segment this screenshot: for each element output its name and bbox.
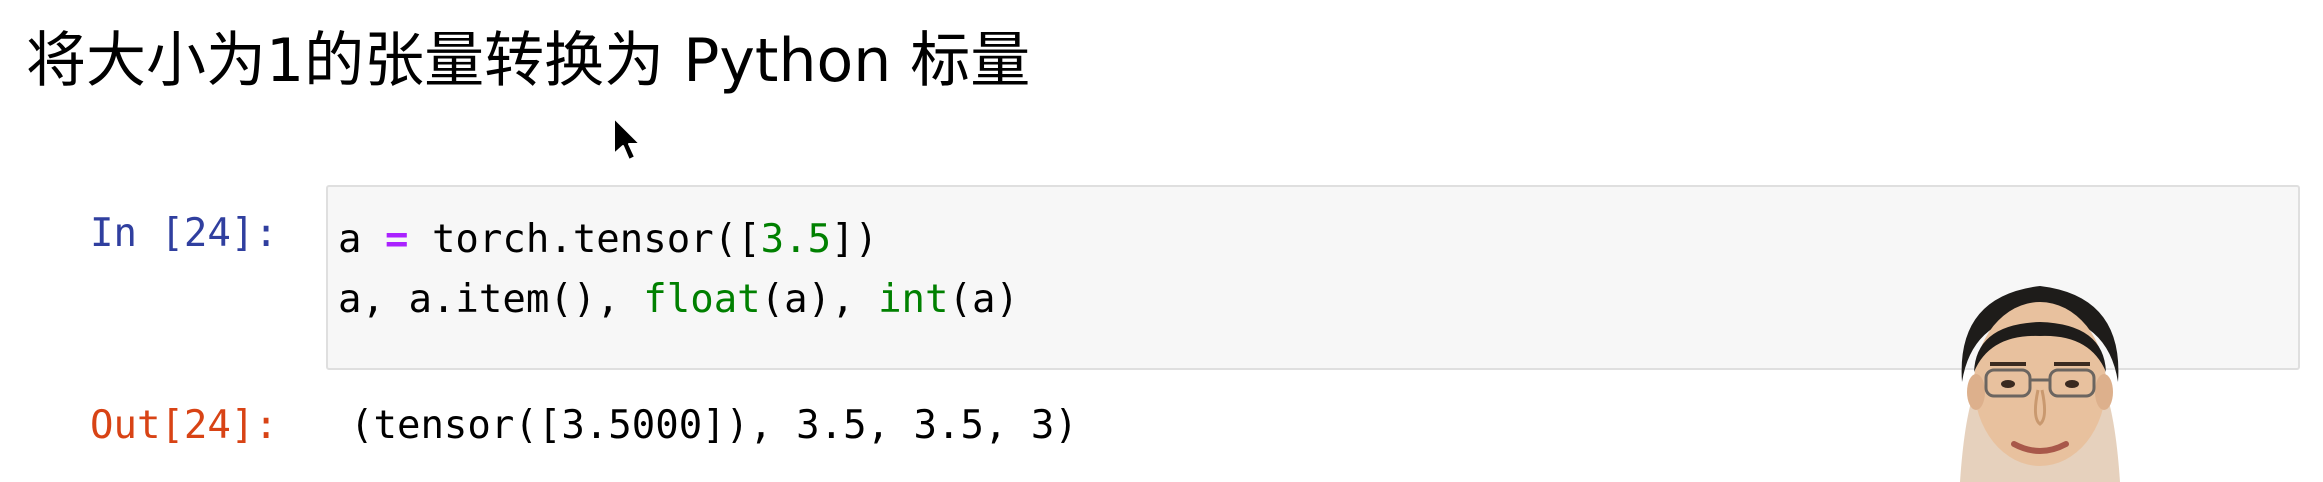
code-builtin-int: int — [878, 277, 949, 322]
code-variable: a — [338, 217, 362, 262]
code-text: a, a.item(), — [338, 277, 644, 322]
code-call-close: ]) — [831, 217, 879, 262]
code-builtin-float: float — [643, 277, 761, 322]
presenter-video-overlay — [1960, 286, 2120, 482]
code-line-1: a = torch.tensor([3.5]) — [338, 211, 878, 269]
cell-output: (tensor([3.5000]), 3.5, 3.5, 3) — [350, 403, 1078, 448]
code-call-open: torch.tensor([ — [431, 217, 761, 262]
code-text: (a), — [760, 277, 879, 322]
mouse-pointer-icon — [613, 117, 641, 161]
code-operator: = — [384, 217, 409, 262]
code-number: 3.5 — [760, 217, 832, 262]
input-prompt: In [24]: — [90, 211, 278, 256]
code-line-2: a, a.item(), float(a), int(a) — [338, 271, 1019, 329]
code-text: (a) — [948, 277, 1019, 322]
notebook-heading: 将大小为1的张量转换为 Python 标量 — [26, 26, 1031, 96]
output-prompt: Out[24]: — [90, 403, 278, 448]
